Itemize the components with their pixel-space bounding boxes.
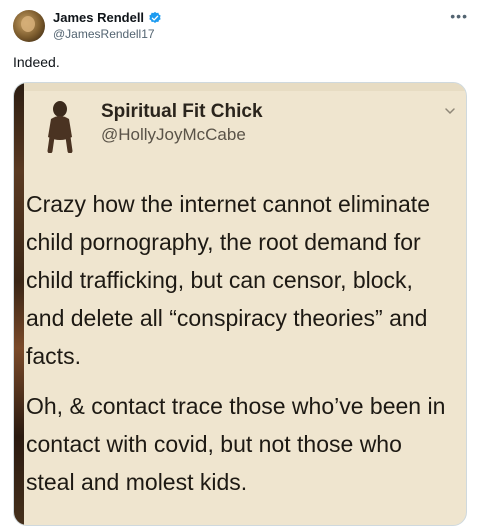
author-handle[interactable]: @JamesRendell17 bbox=[53, 26, 162, 42]
avatar-face bbox=[21, 16, 35, 32]
image-edge-strip bbox=[14, 83, 24, 525]
embedded-author-handle: @HollyJoyMcCabe bbox=[101, 125, 246, 144]
tweet-header: James Rendell @JamesRendell17 ••• bbox=[13, 8, 468, 44]
embedded-paragraph-2: Oh, & contact trace those who’ve been in… bbox=[26, 393, 446, 495]
chevron-down-icon bbox=[445, 108, 455, 115]
embedded-paragraph-1: Crazy how the internet cannot eliminate … bbox=[26, 191, 430, 369]
embedded-avatar-icon bbox=[47, 101, 73, 153]
tweet-text: Indeed. bbox=[13, 54, 60, 70]
embedded-author-name: Spiritual Fit Chick bbox=[101, 101, 263, 122]
author-display-name-text[interactable]: James Rendell bbox=[53, 10, 144, 26]
tweet-media-image[interactable]: Spiritual Fit Chick @HollyJoyMcCabe Craz… bbox=[13, 82, 467, 526]
author-name-block: James Rendell @JamesRendell17 bbox=[53, 10, 162, 42]
verified-badge-icon bbox=[149, 11, 161, 23]
image-top-band bbox=[24, 83, 466, 91]
embedded-post-body: Crazy how the internet cannot eliminate … bbox=[26, 185, 456, 513]
author-avatar[interactable] bbox=[13, 10, 45, 42]
author-display-name[interactable]: James Rendell bbox=[53, 10, 162, 26]
more-horizontal-icon[interactable]: ••• bbox=[450, 8, 468, 24]
